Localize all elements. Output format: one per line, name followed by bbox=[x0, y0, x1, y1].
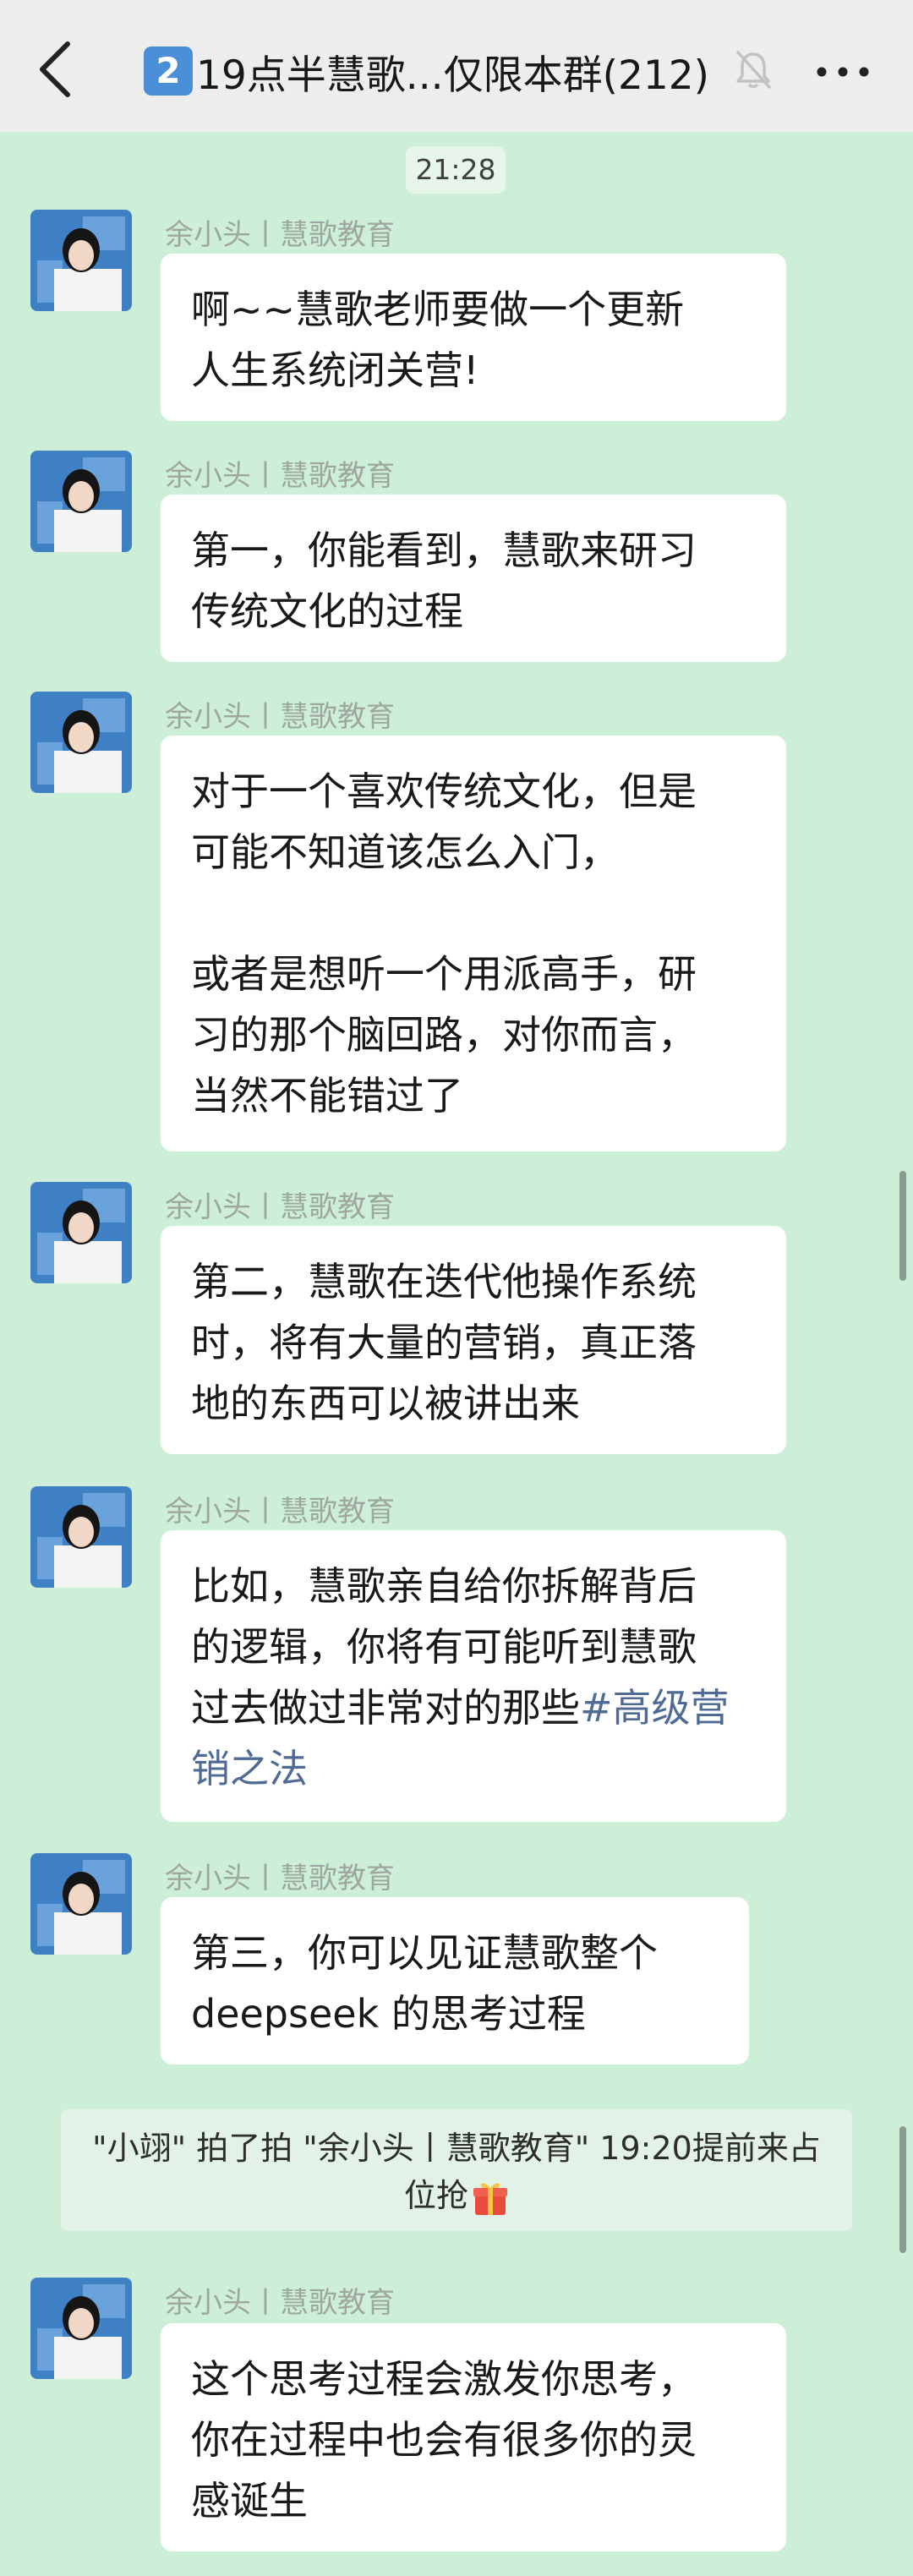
message-bubble[interactable]: 啊~~慧歌老师要做一个更新 人生系统闭关营! bbox=[161, 254, 786, 421]
message-line: 过去做过非常对的那些#高级营 bbox=[191, 1677, 756, 1738]
message-bubble[interactable]: 对于一个喜欢传统文化，但是 可能不知道该怎么入门， 或者是想听一个用派高手，研 … bbox=[161, 736, 786, 1151]
scrollbar[interactable] bbox=[899, 2126, 906, 2253]
message-line: 你在过程中也会有很多你的灵 bbox=[191, 2417, 697, 2463]
avatar-image bbox=[30, 210, 132, 311]
message-line: 第三，你可以见证慧歌整个 bbox=[191, 1930, 658, 1976]
message-line: 习的那个脑回路，对你而言， bbox=[191, 1012, 697, 1058]
message-text: 过去做过非常对的那些 bbox=[191, 1685, 580, 1731]
group-name: 19点半慧歌...仅限本群(212) bbox=[196, 52, 710, 99]
scrollbar[interactable] bbox=[899, 1171, 906, 1281]
message-bubble[interactable]: 第一，你能看到，慧歌来研习 传统文化的过程 bbox=[161, 495, 786, 662]
sender-name: 余小头丨慧歌教育 bbox=[165, 700, 395, 734]
avatar[interactable] bbox=[30, 451, 132, 552]
message-line: deepseek 的思考过程 bbox=[191, 1991, 586, 2037]
message-line: 第一，你能看到，慧歌来研习 bbox=[191, 528, 697, 573]
sender-name: 余小头丨慧歌教育 bbox=[165, 1862, 395, 1895]
message-line: 第二，慧歌在迭代他操作系统 bbox=[191, 1259, 697, 1304]
pat-notice-text: 位抢 bbox=[403, 2177, 468, 2214]
message-line: 当然不能错过了 bbox=[191, 1073, 463, 1118]
avatar[interactable] bbox=[30, 1182, 132, 1283]
hashtag-link[interactable]: 销之法 bbox=[191, 1738, 756, 1799]
message-bubble[interactable]: 第三，你可以见证慧歌整个 deepseek 的思考过程 bbox=[161, 1897, 749, 2065]
message-line: 对于一个喜欢传统文化，但是 bbox=[191, 768, 697, 814]
keycap-number-badge: 2 bbox=[144, 46, 193, 96]
message-bubble[interactable]: 第二，慧歌在迭代他操作系统 时，将有大量的营销，真正落 地的东西可以被讲出来 bbox=[161, 1226, 786, 1454]
message-line: 或者是想听一个用派高手，研 bbox=[191, 951, 697, 997]
mute-bell-icon bbox=[736, 51, 771, 89]
avatar[interactable] bbox=[30, 1853, 132, 1955]
gift-icon bbox=[473, 2183, 507, 2215]
chat-title[interactable]: 2 19点半慧歌...仅限本群(212) bbox=[144, 41, 727, 101]
more-icon[interactable] bbox=[813, 59, 872, 85]
message-line: 传统文化的过程 bbox=[191, 588, 463, 634]
message-bubble[interactable]: 比如，慧歌亲自给你拆解背后 的逻辑，你将有可能听到慧歌 过去做过非常对的那些#高… bbox=[161, 1530, 786, 1822]
pat-notice: "小翊" 拍了拍 "余小头丨慧歌教育" 19:20提前来占 位抢 bbox=[61, 2109, 852, 2231]
pat-notice-line: "小翊" 拍了拍 "余小头丨慧歌教育" 19:20提前来占 bbox=[92, 2130, 821, 2167]
avatar[interactable] bbox=[30, 210, 132, 311]
avatar-image bbox=[30, 2278, 132, 2379]
avatar-image bbox=[30, 1853, 132, 1955]
avatar[interactable] bbox=[30, 2278, 132, 2379]
message-line: 可能不知道该怎么入门， bbox=[191, 829, 619, 875]
message-line: 比如，慧歌亲自给你拆解背后 bbox=[191, 1563, 697, 1609]
message-bubble[interactable]: 这个思考过程会激发你思考， 你在过程中也会有很多你的灵 感诞生 bbox=[161, 2323, 786, 2551]
avatar-image bbox=[30, 692, 132, 793]
message-line: 时，将有大量的营销，真正落 bbox=[191, 1320, 697, 1365]
message-line: 地的东西可以被讲出来 bbox=[191, 1381, 580, 1426]
message-line: 啊~~慧歌老师要做一个更新 bbox=[191, 287, 685, 332]
sender-name: 余小头丨慧歌教育 bbox=[165, 1495, 395, 1529]
timestamp: 21:28 bbox=[406, 146, 506, 194]
back-arrow-icon[interactable] bbox=[29, 37, 85, 101]
avatar[interactable] bbox=[30, 692, 132, 793]
pat-notice-line2: 位抢 bbox=[61, 2172, 852, 2219]
avatar-image bbox=[30, 1486, 132, 1588]
sender-name: 余小头丨慧歌教育 bbox=[165, 459, 395, 493]
message-line: 感诞生 bbox=[191, 2478, 308, 2524]
avatar-image bbox=[30, 451, 132, 552]
message-line: 的逻辑，你将有可能听到慧歌 bbox=[191, 1624, 697, 1670]
message-line: 人生系统闭关营! bbox=[191, 347, 479, 393]
message-line: 这个思考过程会激发你思考， bbox=[191, 2356, 697, 2402]
avatar-image bbox=[30, 1182, 132, 1283]
avatar[interactable] bbox=[30, 1486, 132, 1588]
hashtag-link[interactable]: #高级营 bbox=[580, 1685, 730, 1731]
chat-header: 2 19点半慧歌...仅限本群(212) bbox=[0, 0, 913, 132]
sender-name: 余小头丨慧歌教育 bbox=[165, 218, 395, 252]
sender-name: 余小头丨慧歌教育 bbox=[165, 1190, 395, 1224]
sender-name: 余小头丨慧歌教育 bbox=[165, 2286, 395, 2320]
